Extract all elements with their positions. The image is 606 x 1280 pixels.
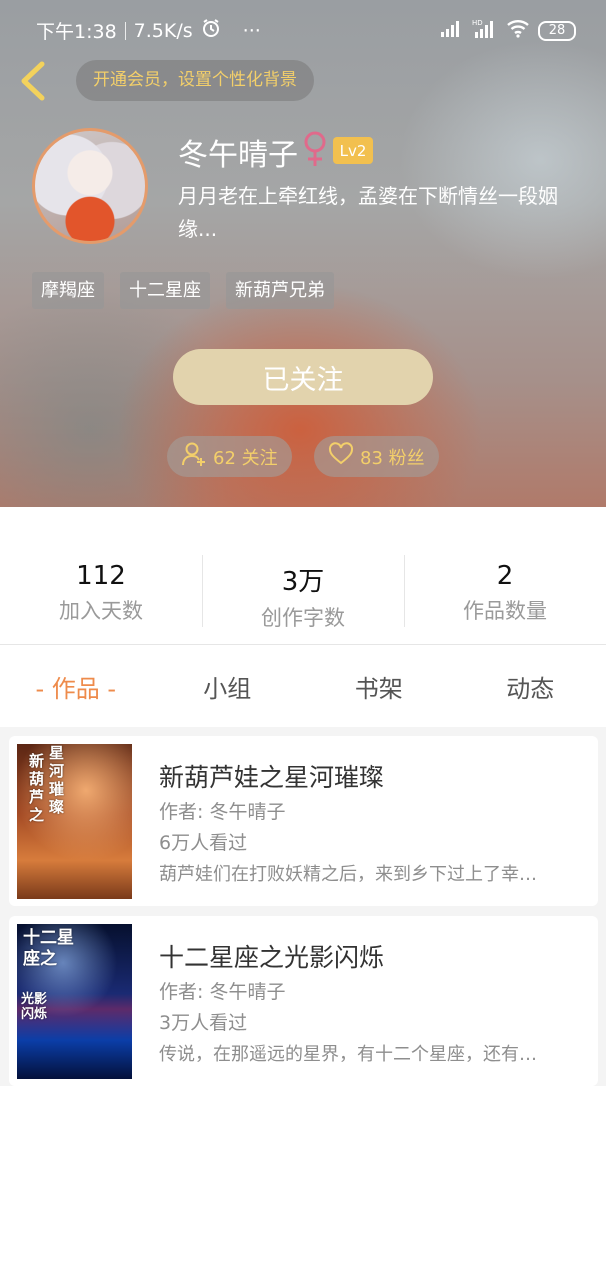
heart-icon xyxy=(328,442,354,471)
status-left: 下午1:38 7.5K/s ··· xyxy=(36,17,261,44)
back-button[interactable] xyxy=(14,58,54,104)
alarm-clock-icon xyxy=(201,18,221,43)
cover-title-text: 新葫芦之 xyxy=(29,752,45,824)
svg-text:HD: HD xyxy=(472,19,483,27)
cover-title-text: 十二星座之 xyxy=(23,928,74,969)
tab-bookshelf[interactable]: 书架 xyxy=(303,645,455,727)
wifi-icon xyxy=(506,18,530,43)
stat-value: 112 xyxy=(76,561,126,591)
cover-title-text: 星河璀璨 xyxy=(49,744,65,816)
work-views: 6万人看过 xyxy=(159,832,248,854)
chevron-left-icon xyxy=(14,61,54,108)
stat-word-count: 3万 创作字数 xyxy=(202,545,404,635)
tag-item[interactable]: 摩羯座 xyxy=(32,272,104,309)
status-separator xyxy=(124,21,126,40)
female-gender-icon xyxy=(300,130,330,168)
tag-item[interactable]: 十二星座 xyxy=(120,272,210,309)
work-title: 新葫芦娃之星河璀璨 xyxy=(159,763,385,792)
battery-icon: 28 xyxy=(538,20,576,41)
tab-activity[interactable]: 动态 xyxy=(455,645,606,727)
cell-signal-icon xyxy=(440,19,464,42)
profile-stats: 112 加入天数 3万 创作字数 2 作品数量 xyxy=(0,545,606,635)
user-plus-icon xyxy=(181,441,207,472)
following-count-button[interactable]: 62 关注 xyxy=(167,436,292,477)
stat-days-joined: 112 加入天数 xyxy=(0,545,202,635)
work-author: 作者: 冬午晴子 xyxy=(159,801,286,823)
book-cover: 新葫芦之 星河璀璨 xyxy=(17,744,132,899)
book-cover: 十二星座之 光影闪烁 xyxy=(17,924,132,1079)
tab-groups[interactable]: 小组 xyxy=(152,645,304,727)
status-net-speed: 7.5K/s xyxy=(133,19,193,42)
level-badge: Lv2 xyxy=(333,137,373,164)
fans-count-button[interactable]: 83 粉丝 xyxy=(314,436,439,477)
profile-tabs: - 作品 - 小组 书架 动态 xyxy=(0,645,606,727)
status-right: HD 28 xyxy=(440,18,576,43)
fans-count: 83 粉丝 xyxy=(360,447,425,469)
tag-item[interactable]: 新葫芦兄弟 xyxy=(226,272,334,309)
user-bio: 月月老在上牵红线，孟婆在下断情丝一段姻缘... xyxy=(178,184,558,241)
status-more: ··· xyxy=(242,19,261,42)
vip-background-prompt[interactable]: 开通会员，设置个性化背景 xyxy=(76,60,314,101)
following-count: 62 关注 xyxy=(213,447,278,469)
stat-label: 创作字数 xyxy=(261,606,345,630)
profile-header: 下午1:38 7.5K/s ··· HD 28 开通会员，设置个性化背景 冬午晴… xyxy=(0,0,606,507)
avatar[interactable] xyxy=(32,128,148,244)
work-views: 3万人看过 xyxy=(159,1012,248,1034)
user-nickname: 冬午晴子 xyxy=(178,138,298,173)
stat-label: 作品数量 xyxy=(463,599,547,623)
stat-value: 2 xyxy=(496,561,514,591)
list-item[interactable]: 十二星座之 光影闪烁 十二星座之光影闪烁 作者: 冬午晴子 3万人看过 传说，在… xyxy=(9,916,598,1086)
cover-title-text: 光影闪烁 xyxy=(21,992,48,1022)
stat-value: 3万 xyxy=(281,567,325,597)
stat-works-count: 2 作品数量 xyxy=(404,545,606,635)
follow-button[interactable]: 已关注 xyxy=(173,349,433,405)
status-time: 下午1:38 xyxy=(36,21,117,43)
tab-works[interactable]: - 作品 - xyxy=(0,645,152,727)
status-bar: 下午1:38 7.5K/s ··· HD 28 xyxy=(0,0,606,58)
work-description: 传说，在那遥远的星界，有十二个星座，还有… xyxy=(159,1044,537,1065)
work-title: 十二星座之光影闪烁 xyxy=(159,943,385,972)
user-tags: 摩羯座 十二星座 新葫芦兄弟 xyxy=(32,272,334,309)
cell-signal-hd-icon: HD xyxy=(472,18,498,43)
stat-label: 加入天数 xyxy=(59,599,143,623)
work-author: 作者: 冬午晴子 xyxy=(159,981,286,1003)
work-description: 葫芦娃们在打败妖精之后，来到乡下过上了幸… xyxy=(159,864,537,885)
list-item[interactable]: 新葫芦之 星河璀璨 新葫芦娃之星河璀璨 作者: 冬午晴子 6万人看过 葫芦娃们在… xyxy=(9,736,598,906)
